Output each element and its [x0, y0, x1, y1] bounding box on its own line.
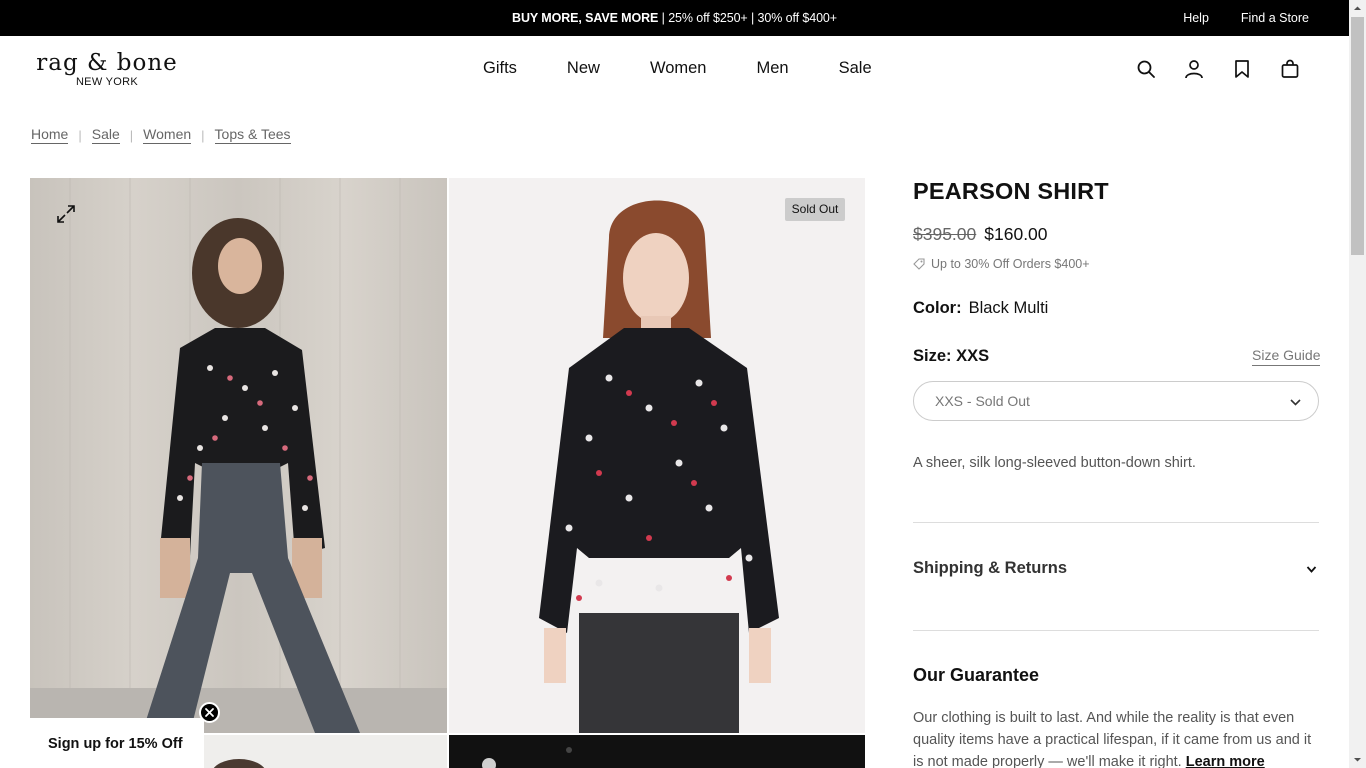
color-selector: Color: Black Multi [913, 299, 1048, 318]
expand-icon[interactable] [54, 202, 78, 226]
find-store-link[interactable]: Find a Store [1241, 11, 1309, 25]
signup-label[interactable]: Sign up for 15% Off [48, 736, 183, 752]
scroll-thumb[interactable] [1351, 17, 1364, 255]
product-image-detail-1[interactable] [204, 735, 447, 768]
scroll-up-arrow-icon[interactable] [1349, 0, 1366, 17]
detail-photo-illustration [482, 747, 572, 768]
close-icon[interactable] [199, 702, 220, 723]
breadcrumb: Home | Sale | Women | Tops & Tees [31, 126, 291, 144]
color-label: Color: [913, 299, 962, 317]
promo-bar: BUY MORE, SAVE MORE | 25% off $250+ | 30… [0, 0, 1349, 36]
promo-message[interactable]: BUY MORE, SAVE MORE | 25% off $250+ | 30… [0, 11, 1349, 25]
logo-wordmark: rag & bone [36, 50, 178, 76]
nav-gifts[interactable]: Gifts [483, 59, 517, 78]
account-icon[interactable] [1184, 59, 1204, 79]
price-row: $395.00 $160.00 [913, 224, 1048, 245]
breadcrumb-sale[interactable]: Sale [91, 126, 120, 144]
breadcrumb-separator: | [201, 127, 205, 143]
detail-photo-illustration [213, 759, 265, 768]
product-photo-illustration [539, 200, 779, 733]
size-label: Size: [913, 347, 952, 365]
size-guide-link[interactable]: Size Guide [1252, 347, 1321, 366]
tag-icon [913, 258, 925, 270]
main-nav: Gifts New Women Men Sale [483, 59, 872, 78]
divider [913, 522, 1319, 523]
model-photo-illustration [30, 178, 447, 733]
nav-new[interactable]: New [567, 59, 600, 78]
product-title: PEARSON SHIRT [913, 178, 1109, 204]
breadcrumb-home[interactable]: Home [31, 126, 69, 144]
breadcrumb-separator: | [78, 127, 82, 143]
site-header: rag & bone NEW YORK Gifts New Women Men … [0, 36, 1349, 108]
chevron-down-icon [1290, 399, 1301, 406]
divider [913, 630, 1319, 631]
breadcrumb-tops-tees[interactable]: Tops & Tees [214, 126, 291, 144]
product-description: A sheer, silk long-sleeved button-down s… [913, 455, 1196, 471]
sold-out-badge: Sold Out [785, 198, 845, 221]
size-dropdown[interactable]: XXS - Sold Out [913, 381, 1319, 421]
wishlist-icon[interactable] [1232, 59, 1252, 79]
sale-price: $160.00 [984, 224, 1048, 244]
promo-highlight: BUY MORE, SAVE MORE [512, 11, 659, 25]
chevron-down-icon[interactable] [1306, 565, 1317, 574]
search-icon[interactable] [1136, 59, 1156, 79]
guarantee-text: Our clothing is built to last. And while… [913, 707, 1323, 768]
promo-note: Up to 30% Off Orders $400+ [913, 257, 1090, 271]
shipping-returns-toggle[interactable]: Shipping & Returns [913, 559, 1067, 578]
breadcrumb-women[interactable]: Women [143, 126, 192, 144]
learn-more-link[interactable]: Learn more [1186, 754, 1265, 768]
scroll-down-arrow-icon[interactable] [1349, 751, 1366, 768]
size-selector-label: Size: XXS [913, 347, 989, 366]
bag-icon[interactable] [1280, 59, 1300, 79]
nav-sale[interactable]: Sale [839, 59, 872, 78]
breadcrumb-separator: | [129, 127, 134, 143]
signup-popup[interactable]: Sign up for 15% Off [0, 718, 204, 768]
product-image-front[interactable] [449, 178, 865, 733]
color-value: Black Multi [968, 299, 1049, 317]
promo-note-text: Up to 30% Off Orders $400+ [931, 257, 1090, 271]
size-dropdown-value: XXS - Sold Out [935, 393, 1030, 409]
header-actions [1136, 59, 1300, 79]
help-link[interactable]: Help [1183, 11, 1209, 25]
guarantee-heading: Our Guarantee [913, 665, 1040, 685]
original-price: $395.00 [913, 224, 977, 244]
size-value: XXS [956, 347, 990, 365]
nav-women[interactable]: Women [650, 59, 707, 78]
promo-details: | 25% off $250+ | 30% off $400+ [658, 11, 837, 25]
brand-logo[interactable]: rag & bone NEW YORK [31, 50, 183, 88]
product-image-detail-2[interactable] [449, 735, 865, 768]
logo-subtitle: NEW YORK [75, 76, 139, 88]
nav-men[interactable]: Men [757, 59, 789, 78]
product-image-lifestyle[interactable] [30, 178, 447, 733]
scrollbar[interactable] [1349, 0, 1366, 768]
